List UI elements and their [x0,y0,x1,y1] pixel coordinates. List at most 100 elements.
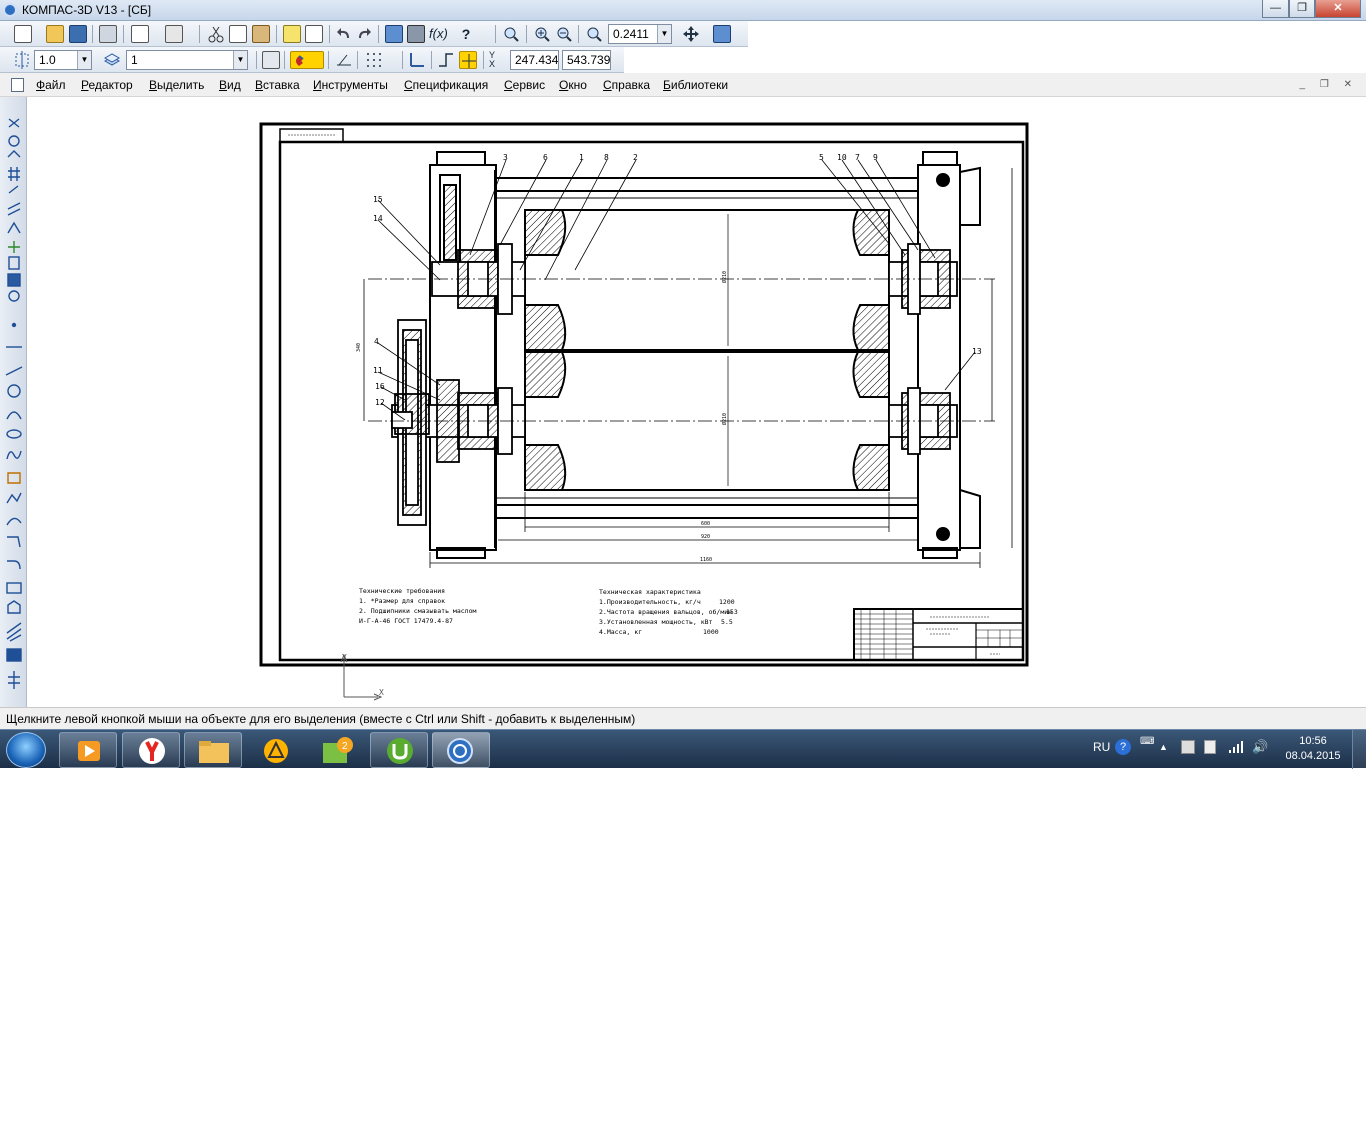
pos-label: 1 [579,153,584,162]
snap-magnet-icon[interactable] [290,51,324,69]
zoom-in-icon[interactable] [533,25,551,43]
pos-label: 14 [373,214,383,223]
menu-insert[interactable]: Вставка [255,78,300,92]
minimize-button[interactable]: — [1262,0,1289,18]
curve-icon [6,492,22,504]
assembly-drawing[interactable]: 3 6 1 8 2 5 10 7 9 15 14 4 11 16 12 13 6… [28,98,1366,707]
insert-icon [8,290,20,302]
document-icon[interactable] [11,78,24,92]
menu-tools[interactable]: Инструменты [313,78,388,92]
document-window-controls[interactable]: _ ❐ ✕ [1300,79,1358,90]
language-indicator[interactable]: RU [1093,740,1110,754]
paste-icon[interactable] [252,25,270,43]
chevron-down-icon[interactable]: ▼ [657,25,671,43]
pan-icon[interactable] [682,25,700,43]
copy-icon[interactable] [229,25,247,43]
cursor-snap-icon[interactable] [459,51,477,69]
keyboard-tray-icon[interactable]: ⌨ [1140,736,1154,747]
windows-taskbar: 2 RU ? ⌨ ▲ 🔊 10:56 08.04.2015 [0,729,1366,769]
preview-icon[interactable] [131,25,149,43]
menu-file[interactable]: Файл [36,78,66,92]
taskbar-icq[interactable]: 2 [308,732,366,768]
pos-label: 3 [503,153,508,162]
taskbar-file-explorer[interactable] [184,732,242,768]
menu-service[interactable]: Сервис [504,78,545,92]
local-cs-icon[interactable] [408,51,426,69]
print-icon[interactable] [99,25,117,43]
taskbar-aimp[interactable] [246,732,304,768]
equidistant-icon [8,671,20,689]
grid-icon[interactable] [365,51,383,69]
round-icon[interactable] [437,51,455,69]
manager-icon[interactable] [165,25,183,43]
drawing-canvas[interactable]: 3 6 1 8 2 5 10 7 9 15 14 4 11 16 12 13 6… [28,98,1366,707]
zoom-out-icon[interactable] [555,25,573,43]
library-icon[interactable] [407,25,425,43]
step-cursor-icon[interactable] [13,51,31,69]
volume-icon[interactable]: 🔊 [1252,739,1268,755]
cursor-y-field[interactable]: 543.739 [562,50,611,70]
chevron-down-icon[interactable]: ▼ [77,51,91,69]
pos-label: 7 [855,153,860,162]
layer-icon[interactable] [103,51,121,69]
show-desktop-button[interactable] [1352,730,1366,769]
svg-text:2: 2 [342,741,348,752]
menu-help[interactable]: Справка [603,78,650,92]
refresh-icon[interactable] [713,25,731,43]
zoom-all-icon[interactable] [585,25,603,43]
zoom-window-icon[interactable] [502,25,520,43]
chevron-down-icon[interactable]: ▼ [233,51,247,69]
network-error-icon[interactable] [1181,740,1195,754]
chamfer-icon [7,536,21,548]
save-icon[interactable] [69,25,87,43]
cursor-x-field[interactable]: 247.434 [510,50,559,70]
pos-label: 11 [373,366,383,375]
tech-char-label: 4.Масса, кг [599,628,642,636]
fillet-icon [7,560,21,570]
taskbar-yandex-browser[interactable] [122,732,180,768]
measure-icon [7,202,21,216]
maximize-button[interactable]: ❐ [1289,0,1315,18]
tech-char-title: Техническая характеристика [599,588,701,596]
reports-icon [7,273,21,287]
new-document-icon[interactable] [14,25,32,43]
menu-window[interactable]: Окно [559,78,587,92]
variables-icon[interactable]: f(x) [429,25,448,43]
object-properties-icon[interactable] [262,51,280,69]
tech-char-label: 1.Производительность, кг/ч [599,598,701,606]
system-clock[interactable]: 10:56 08.04.2015 [1280,734,1346,764]
menu-libraries[interactable]: Библиотеки [663,78,728,92]
signal-icon[interactable] [1228,740,1244,757]
taskbar-kompas-3d[interactable] [432,732,490,768]
tech-char-value: 153 [726,608,738,616]
start-button[interactable] [6,732,46,768]
properties-icon[interactable] [305,25,323,43]
cut-icon[interactable] [207,25,225,43]
undo-icon[interactable] [335,25,353,43]
flag-tray-icon[interactable] [1204,740,1216,754]
compact-panel-icons[interactable] [0,97,27,707]
help-icon[interactable]: ? [457,25,475,43]
menu-select[interactable]: Выделить [149,78,204,92]
layer-combo[interactable]: 1 ▼ [126,50,248,70]
taskbar-utorrent[interactable] [370,732,428,768]
open-folder-icon[interactable] [46,25,64,43]
taskbar-media-player[interactable] [59,732,117,768]
dim-text: Ø210 [721,271,728,283]
associative-view-icon [8,241,20,253]
dim-text: Ø210 [721,413,728,425]
zoom-scale-combo[interactable]: 0.2411 ▼ [608,24,672,44]
nurbs-icon [6,517,22,526]
tech-req-line: 2. Подшипники смазывать маслом [359,607,476,615]
show-hidden-icons-icon[interactable]: ▲ [1159,742,1168,752]
redo-icon[interactable] [355,25,373,43]
help-tray-icon[interactable]: ? [1115,739,1131,755]
format-brush-icon[interactable] [283,25,301,43]
menu-specification[interactable]: Спецификация [404,78,488,92]
ortho-icon[interactable] [335,51,353,69]
menu-view[interactable]: Вид [219,78,241,92]
close-button[interactable]: ✕ [1315,0,1361,18]
tree-icon[interactable] [385,25,403,43]
step-combo[interactable]: 1.0 ▼ [34,50,92,70]
menu-editor[interactable]: Редактор [81,78,133,92]
